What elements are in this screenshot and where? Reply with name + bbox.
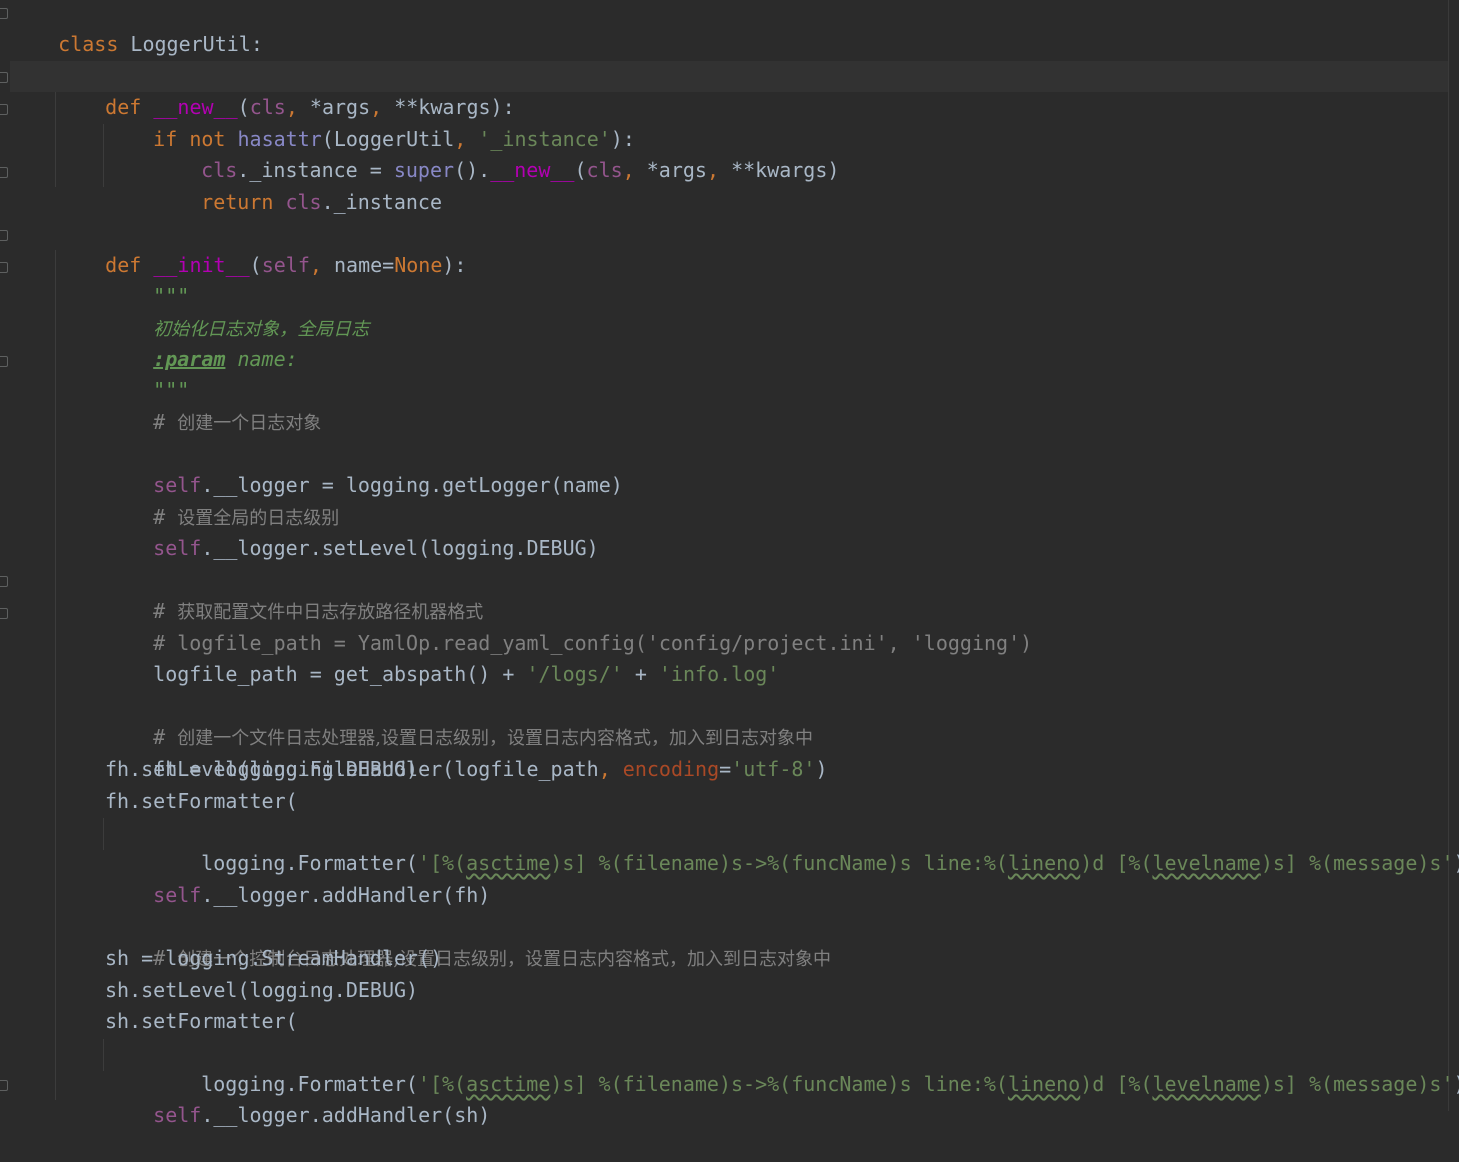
string: )s] %(message)s' <box>1260 851 1454 875</box>
keyword: class <box>58 32 119 56</box>
indent-guide <box>103 818 104 850</box>
code-line[interactable]: cls._instance = super().__new__(cls, *ar… <box>153 124 839 182</box>
code-line[interactable]: 初始化日志对象，全局日志 <box>105 282 369 340</box>
code-line[interactable]: # 设置全局的日志级别 <box>105 471 339 529</box>
keyword: None <box>394 253 443 277</box>
string: )s] %(message)s' <box>1260 1072 1454 1096</box>
code-line[interactable]: self.__logger.addHandler(sh) <box>105 1069 490 1127</box>
fold-marker-icon[interactable] <box>0 1080 8 1091</box>
code-line[interactable]: # 创建一个控制台日志处理器,设置日志级别，设置日志内容格式，加入到日志对象中 <box>105 912 831 970</box>
fold-marker-icon[interactable] <box>0 167 8 178</box>
code-line[interactable]: logfile_path = get_abspath() + '/logs/' … <box>105 628 779 686</box>
self-ref: self <box>153 1103 202 1127</box>
string: )d [%( <box>1080 851 1153 875</box>
code-line[interactable]: return cls._instance <box>153 156 442 214</box>
indent-guide <box>103 1039 104 1071</box>
keyword-argument: encoding <box>622 757 720 781</box>
code-line[interactable]: fh.setFormatter( <box>105 786 298 817</box>
typo-warning: lineno <box>1007 851 1081 875</box>
indent-guide <box>55 92 56 187</box>
fold-marker-icon[interactable] <box>0 608 8 619</box>
docstring: name: <box>225 347 298 371</box>
code-line[interactable]: class LoggerUtil: <box>10 0 263 56</box>
code-line[interactable]: self.__logger.setLevel(logging.DEBUG) <box>105 502 599 560</box>
code-line[interactable]: # logfile_path = YamlOp.read_yaml_config… <box>105 597 1032 655</box>
code-line[interactable]: def __init__(self, name=None): <box>57 219 466 277</box>
string: )d [%( <box>1080 1072 1153 1096</box>
string: 'info.log' <box>658 662 780 686</box>
cls-param: cls <box>285 190 322 214</box>
string: )s] %(filename)s->%(funcName)s line:%( <box>550 851 1008 875</box>
string: '/logs/' <box>526 662 623 686</box>
code-line[interactable]: def __new__(cls, *args, **kwargs): <box>57 61 514 119</box>
code-line[interactable]: # 获取配置文件中日志存放路径机器格式 <box>105 565 483 623</box>
string: )s] %(filename)s->%(funcName)s line:%( <box>550 1072 1008 1096</box>
code-line[interactable]: sh = logging.StreamHandler() <box>105 943 442 974</box>
code-line[interactable]: fh.setLevel(logging.DEBUG) <box>105 754 418 785</box>
cls-param: cls <box>586 158 623 182</box>
indent-guide <box>103 124 104 187</box>
code-editor[interactable]: class LoggerUtil: def __new__(cls, *args… <box>0 0 1459 1127</box>
fold-marker-icon[interactable] <box>0 104 8 115</box>
string: 'utf-8' <box>731 757 816 781</box>
code-line[interactable]: logging.Formatter('[%(asctime)s] %(filen… <box>153 1038 1459 1096</box>
code-line[interactable]: self.__logger = logging.getLogger(name) <box>105 439 623 497</box>
fold-marker-icon[interactable] <box>0 72 8 83</box>
code-line[interactable]: # 创建一个文件日志处理器,设置日志级别，设置日志内容格式，加入到日志对象中 <box>105 691 813 749</box>
fold-marker-icon[interactable] <box>0 356 8 367</box>
fold-marker-icon[interactable] <box>0 576 8 587</box>
magic-method: __new__ <box>490 158 575 182</box>
fold-marker-icon[interactable] <box>0 8 8 19</box>
keyword: return <box>201 190 274 214</box>
code-line[interactable]: sh.setLevel(logging.DEBUG) <box>105 975 418 1006</box>
self-ref: self <box>153 536 202 560</box>
right-margin-guide <box>1448 0 1449 1111</box>
code-line[interactable]: sh.setFormatter( <box>105 1006 298 1037</box>
comment: 创建一个日志对象 <box>177 413 322 434</box>
comment: # <box>153 410 178 434</box>
typo-warning: levelname <box>1152 851 1261 875</box>
code-line[interactable]: # 创建一个日志对象 <box>105 376 321 434</box>
fold-marker-icon[interactable] <box>0 230 8 241</box>
fold-marker-icon[interactable] <box>0 262 8 273</box>
self-param: self <box>261 253 310 277</box>
code-line[interactable]: :param name: <box>105 313 298 371</box>
class-name: LoggerUtil: <box>118 32 263 56</box>
code-line[interactable]: self.__logger.addHandler(fh) <box>105 849 490 907</box>
self-ref: self <box>153 883 202 907</box>
code-line[interactable]: """ <box>105 344 189 402</box>
code-line[interactable]: fh = logging.FileHandler(logfile_path, e… <box>105 723 827 781</box>
code-line[interactable]: logging.Formatter('[%(asctime)s] %(filen… <box>153 817 1459 875</box>
typo-warning: levelname <box>1152 1072 1261 1096</box>
indent-guide <box>55 250 56 1100</box>
code-line[interactable]: if not hasattr(LoggerUtil, '_instance'): <box>105 93 635 151</box>
code-line[interactable]: """ <box>105 250 189 308</box>
typo-warning: lineno <box>1007 1072 1081 1096</box>
